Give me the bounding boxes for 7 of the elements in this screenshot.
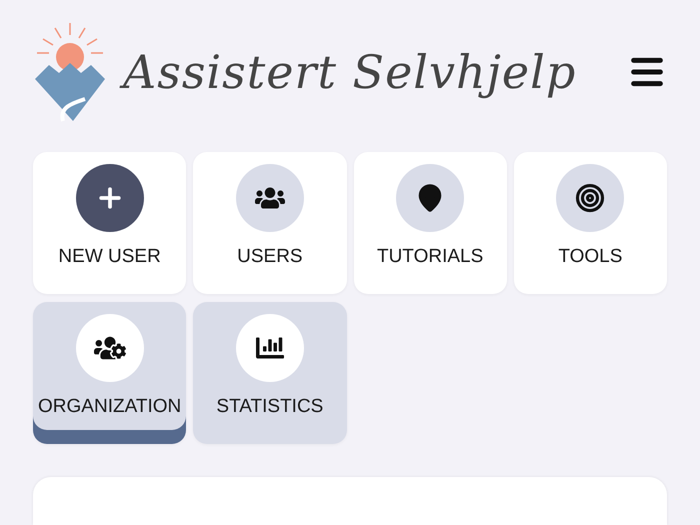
menu-tile[interactable]: ORGANIZATION — [33, 302, 186, 444]
target-icon — [575, 183, 606, 213]
menu-tile[interactable]: STATISTICS — [193, 302, 346, 444]
menu-tile[interactable]: TOOLS — [514, 152, 667, 294]
menu-tile[interactable]: USERS — [193, 152, 346, 294]
menu-tile[interactable]: NEW USER — [33, 152, 186, 294]
menu-tile[interactable]: TUTORIALS — [354, 152, 507, 294]
